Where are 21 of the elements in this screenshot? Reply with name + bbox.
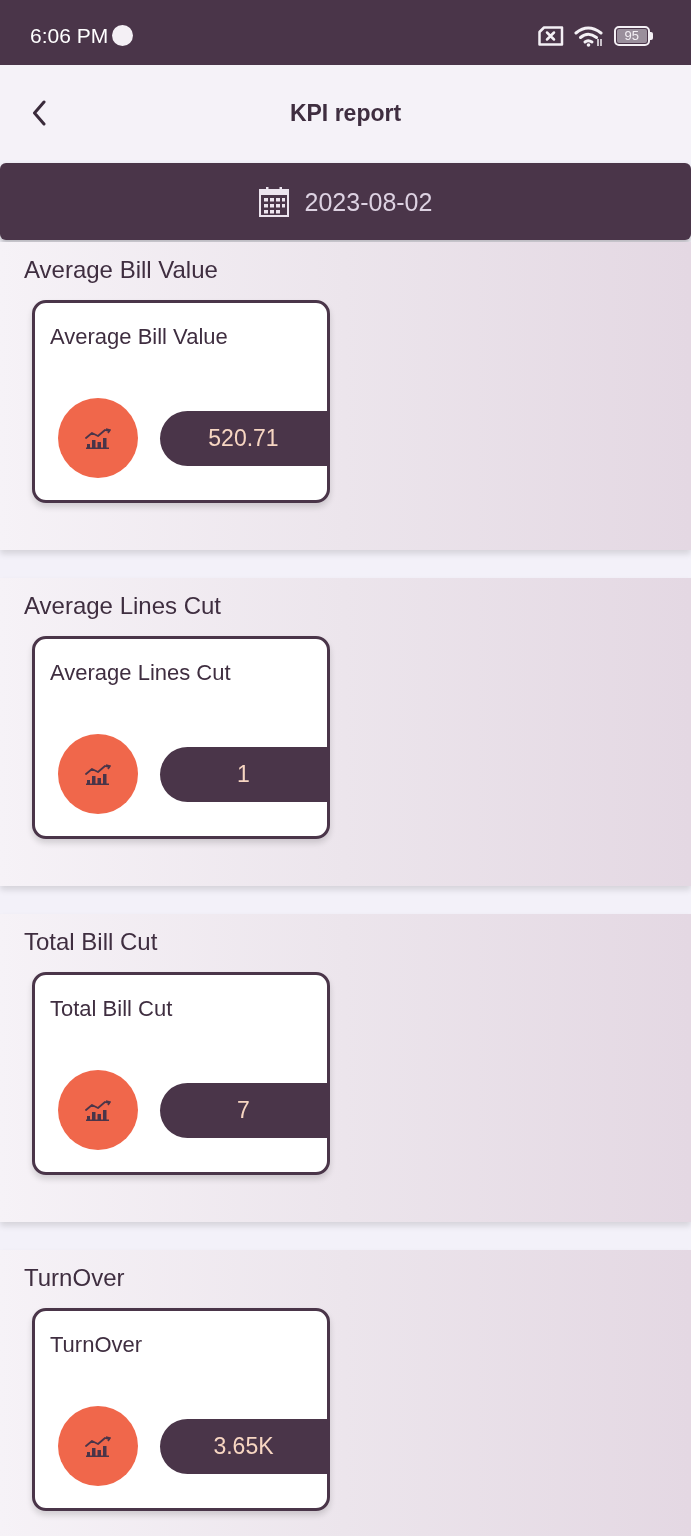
section-title: TurnOver xyxy=(24,1264,125,1292)
kpi-value: 3.65K xyxy=(160,1418,327,1474)
page-title: KPI report xyxy=(289,98,402,127)
back-icon xyxy=(32,99,46,126)
kpi-value: 520.71 xyxy=(160,410,327,466)
notification-dot-icon xyxy=(112,25,134,46)
date-picker-button[interactable]: 2023-08-02 xyxy=(0,163,691,240)
kpi-value: 7 xyxy=(160,1082,327,1138)
section-title: Average Bill Value xyxy=(24,256,218,284)
battery-indicator: 95 xyxy=(613,25,653,46)
status-time: 6:06 PM xyxy=(30,23,109,48)
card-title: Total Bill Cut xyxy=(50,996,173,1022)
wifi-icon xyxy=(573,24,604,47)
kpi-value: 1 xyxy=(160,746,327,802)
sim-x-icon xyxy=(537,25,564,46)
card-title: Average Bill Value xyxy=(50,324,228,350)
card-title: TurnOver xyxy=(50,1332,143,1358)
section-title: Average Lines Cut xyxy=(24,592,221,620)
calendar-icon xyxy=(258,186,289,217)
card-title: Average Lines Cut xyxy=(50,660,231,686)
section-title: Total Bill Cut xyxy=(24,928,158,956)
